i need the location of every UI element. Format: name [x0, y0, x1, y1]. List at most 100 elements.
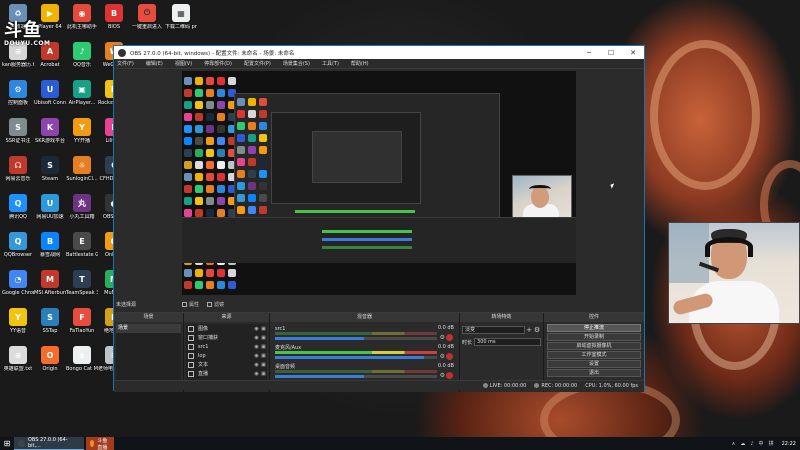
control-button[interactable]: 工作室模式	[547, 351, 641, 359]
properties-button[interactable]: 属性	[182, 301, 199, 308]
desktop-shortcut[interactable]: ⏻ 一键重启进入	[130, 2, 164, 30]
source-item[interactable]: src1 ◉ ▣	[186, 342, 267, 351]
desktop-shortcut[interactable]: ☼ SunloginCl...	[66, 154, 98, 192]
desktop-shortcut[interactable]: E Battlestate Games L...	[66, 230, 98, 268]
preview-icon	[259, 122, 267, 130]
desktop-shortcut[interactable]: ▣ AirPlayer...	[66, 78, 98, 116]
desktop-shortcut[interactable]: Q 腾讯QQ	[2, 192, 34, 230]
desktop-shortcut[interactable]: B BIOS	[98, 2, 130, 40]
control-button[interactable]: 设置	[547, 360, 641, 368]
transition-type-select[interactable]: 淡变	[462, 326, 525, 334]
eye-icon[interactable]: ◉	[253, 335, 260, 341]
desktop-shortcut-label: Origin	[42, 366, 58, 372]
control-button[interactable]: 启动虚拟摄像机	[547, 342, 641, 350]
source-item[interactable]: 图像 ◉ ▣	[186, 324, 267, 333]
tray-expand-icon[interactable]: ∧	[732, 441, 736, 447]
menu-item[interactable]: 工具(T)	[322, 60, 339, 67]
desktop-shortcut[interactable]: K SKR游戏平台	[34, 116, 66, 154]
minimize-icon[interactable]: ─	[578, 49, 600, 57]
maximize-icon[interactable]: ☐	[600, 49, 622, 57]
scene-list: 场景	[116, 324, 181, 381]
lock-icon[interactable]: ▣	[260, 353, 267, 359]
gear-icon[interactable]: ⚙	[533, 326, 541, 334]
desktop-shortcut[interactable]: S SSR证书注	[2, 116, 34, 154]
eye-icon[interactable]: ◉	[253, 344, 260, 350]
menu-item[interactable]: 配置文件(P)	[244, 60, 271, 67]
desktop-shortcut[interactable]: F FaTiaoYun	[66, 306, 98, 344]
volume-icon[interactable]: ♪	[750, 441, 753, 447]
obs-title-bar[interactable]: OBS 27.0.0 (64-bit, windows) - 配置文件: 未命名…	[114, 46, 644, 59]
lock-icon[interactable]: ▣	[260, 335, 267, 341]
desktop-shortcut[interactable]: S Steam	[34, 154, 66, 192]
volume-slider[interactable]	[275, 337, 437, 340]
taskbar-obs-app[interactable]: OBS 27.0.0 (64-bit,...	[14, 437, 84, 450]
source-item[interactable]: lop ◉ ▣	[186, 351, 267, 360]
desktop-shortcut[interactable]: ⚙ 控制面板	[2, 78, 34, 116]
scene-item[interactable]: 场景	[116, 324, 181, 333]
desktop-shortcut[interactable]: M MSI Afterburner	[34, 268, 66, 306]
menu-item[interactable]: 帮助(H)	[351, 60, 369, 67]
scenes-dock-header: 场景	[114, 313, 183, 322]
desktop-shortcut[interactable]: ᴥ Bongo Cat Mver.exe	[66, 344, 98, 382]
ime-lang-indicator[interactable]: 中	[759, 440, 764, 447]
taskbar-douyu-app[interactable]: 斗鱼直播	[86, 437, 114, 450]
gear-icon[interactable]: ⚙	[440, 372, 445, 379]
lock-icon[interactable]: ▣	[260, 362, 267, 368]
lock-icon[interactable]: ▣	[260, 326, 267, 332]
ime-mode-indicator[interactable]: 拼	[769, 440, 774, 447]
desktop-shortcut[interactable]: ≡ 英雄联盟.txt	[2, 344, 34, 382]
desktop-shortcut[interactable]: O Origin	[34, 344, 66, 382]
desktop-shortcut[interactable]: Y YY语音	[2, 306, 34, 344]
desktop-shortcut[interactable]: U 网易UU加速	[34, 192, 66, 230]
desktop-shortcut[interactable]: T TeamSpeak 3	[66, 268, 98, 306]
desktop-shortcut[interactable]: U Ubisoft Connect	[34, 78, 66, 116]
app-icon: Q	[9, 194, 27, 212]
desktop-shortcut[interactable]: ◉ 此机主哪助手	[66, 2, 98, 40]
volume-slider[interactable]	[275, 375, 437, 378]
desktop-shortcut[interactable]: ♪ QQ音乐	[66, 40, 98, 78]
volume-slider[interactable]	[275, 356, 437, 359]
preview-nested-meter	[295, 210, 415, 213]
mute-icon[interactable]	[446, 372, 453, 379]
control-button[interactable]: 开始录制	[547, 333, 641, 341]
control-button[interactable]: 停止推流	[547, 324, 641, 332]
eye-icon[interactable]: ◉	[253, 326, 260, 332]
desktop-shortcut[interactable]: ▦ 下载二维码 png	[164, 2, 198, 30]
filters-button[interactable]: 滤镜	[207, 301, 224, 308]
eye-icon[interactable]: ◉	[253, 353, 260, 359]
windows-start-icon[interactable]: ⊞	[0, 437, 14, 450]
eye-icon[interactable]: ◉	[253, 371, 260, 377]
desktop-shortcut[interactable]: S SSTap	[34, 306, 66, 344]
mute-icon[interactable]	[446, 334, 453, 341]
desktop-shortcut[interactable]: Q QQBrowser	[2, 230, 34, 268]
gear-icon[interactable]: ⚙	[440, 353, 445, 360]
clock[interactable]: 22:22	[782, 441, 796, 447]
desktop-shortcut[interactable]: 丸小丸工具箱	[66, 192, 98, 230]
desktop-shortcut-label: FaTiaoYun	[69, 328, 95, 334]
menu-item[interactable]: 文件(F)	[117, 60, 134, 67]
add-transition-icon[interactable]: +	[525, 326, 533, 334]
gear-icon[interactable]: ⚙	[440, 334, 445, 341]
lock-icon[interactable]: ▣	[260, 344, 267, 350]
desktop-shortcut[interactable]: B 暴雪战网	[34, 230, 66, 268]
duration-input[interactable]: 300 ms	[474, 338, 541, 346]
desktop-shortcut[interactable]: Y YY开播	[66, 116, 98, 154]
network-icon[interactable]: ☁	[740, 441, 745, 447]
desktop-shortcut[interactable]: ☊ 网易云音乐	[2, 154, 34, 192]
source-item[interactable]: 文本 ◉ ▣	[186, 360, 267, 369]
obs-preview[interactable]	[182, 71, 576, 295]
mute-icon[interactable]	[446, 353, 453, 360]
lock-icon[interactable]: ▣	[260, 371, 267, 377]
eye-icon[interactable]: ◉	[253, 362, 260, 368]
source-item[interactable]: 直播 ◉ ▣	[186, 369, 267, 378]
preview-icon	[206, 209, 214, 217]
menu-item[interactable]: 视图(V)	[175, 60, 192, 67]
menu-item[interactable]: 编辑(E)	[146, 60, 163, 67]
preview-reflected-docks	[182, 217, 576, 263]
menu-item[interactable]: 场景集合(S)	[283, 60, 310, 67]
menu-item[interactable]: 停靠部件(D)	[204, 60, 232, 67]
close-icon[interactable]: ✕	[622, 49, 644, 57]
desktop-shortcut[interactable]: ◔ Google Chrome	[2, 268, 34, 306]
source-item[interactable]: 窗口捕获 ◉ ▣	[186, 333, 267, 342]
control-button[interactable]: 退出	[547, 369, 641, 377]
